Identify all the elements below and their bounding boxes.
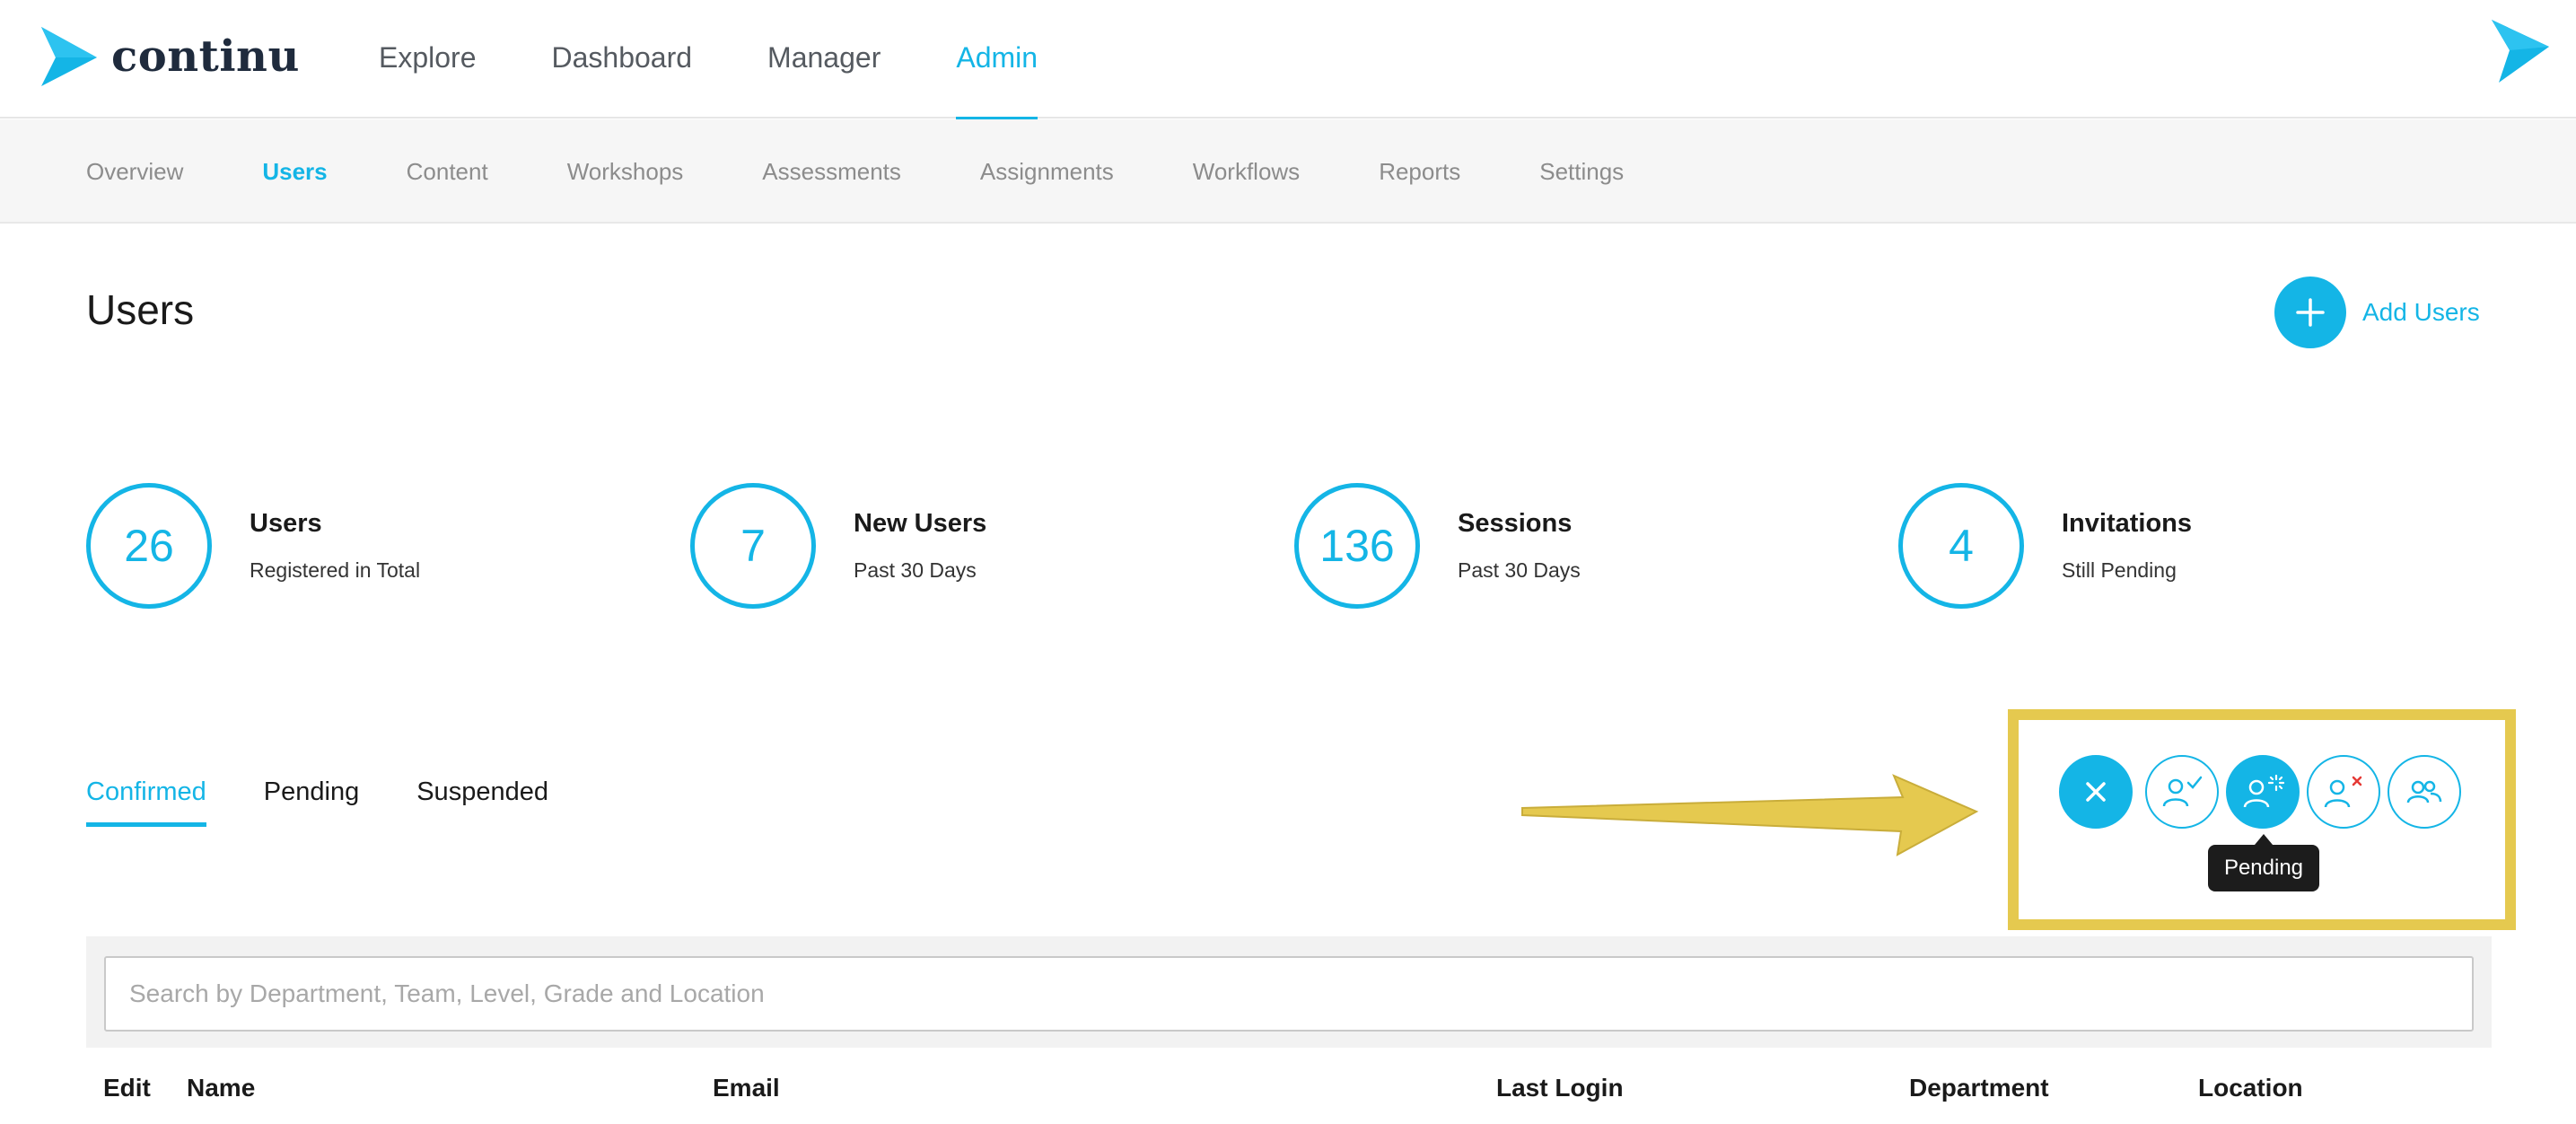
subnav-assessments[interactable]: Assessments — [762, 158, 901, 186]
tab-suspended[interactable]: Suspended — [416, 777, 548, 827]
main-nav-explore[interactable]: Explore — [379, 0, 477, 119]
stat-title: Users — [250, 509, 322, 538]
brand-logo[interactable]: continu — [41, 27, 300, 86]
column-header-email[interactable]: Email — [713, 1074, 780, 1102]
add-users-button[interactable]: Add Users — [2274, 277, 2480, 348]
search-input[interactable] — [104, 956, 2474, 1032]
stat-users: 26 Users Registered in Total — [86, 483, 420, 609]
add-users-label[interactable]: Add Users — [2362, 298, 2480, 327]
stat-value: 7 — [690, 483, 816, 609]
filter-pending-button[interactable] — [2226, 755, 2300, 829]
tab-pending[interactable]: Pending — [264, 777, 359, 827]
stat-value: 4 — [1898, 483, 2024, 609]
plus-icon[interactable] — [2274, 277, 2346, 348]
continu-logo-icon — [41, 27, 97, 86]
user-pending-icon — [2243, 774, 2285, 808]
column-header-name[interactable]: Name — [187, 1074, 255, 1102]
clear-filter-button[interactable] — [2059, 755, 2133, 829]
stat-subtitle: Past 30 Days — [1458, 558, 1581, 582]
user-check-icon — [2162, 776, 2203, 807]
subnav-settings[interactable]: Settings — [1539, 158, 1624, 186]
column-header-last-login[interactable]: Last Login — [1496, 1074, 1624, 1102]
subnav-content[interactable]: Content — [407, 158, 488, 186]
filter-suspended-button[interactable] — [2307, 755, 2380, 829]
main-nav-admin[interactable]: Admin — [956, 0, 1038, 120]
subnav-workshops[interactable]: Workshops — [567, 158, 684, 186]
column-header-location[interactable]: Location — [2198, 1074, 2303, 1102]
users-group-icon — [2406, 780, 2442, 803]
column-header-edit[interactable]: Edit — [103, 1074, 151, 1102]
filter-all-users-button[interactable] — [2388, 755, 2461, 829]
stat-title: New Users — [854, 509, 987, 538]
admin-sub-nav: Overview Users Content Workshops Assessm… — [0, 119, 2576, 224]
stat-title: Invitations — [2062, 509, 2193, 538]
subnav-overview[interactable]: Overview — [86, 158, 183, 186]
column-header-department[interactable]: Department — [1909, 1074, 2049, 1102]
stat-sessions: 136 Sessions Past 30 Days — [1294, 483, 1581, 609]
main-nav-dashboard[interactable]: Dashboard — [552, 0, 693, 119]
stat-value: 26 — [86, 483, 212, 609]
stat-value: 136 — [1294, 483, 1420, 609]
user-x-icon — [2324, 776, 2362, 808]
stat-new-users: 7 New Users Past 30 Days — [690, 483, 986, 609]
top-navigation-bar: continu Explore Dashboard Manager Admin — [0, 0, 2576, 120]
tab-confirmed[interactable]: Confirmed — [86, 777, 206, 827]
main-nav-manager[interactable]: Manager — [767, 0, 881, 119]
pending-tooltip: Pending — [2208, 834, 2319, 891]
subnav-assignments[interactable]: Assignments — [980, 158, 1114, 186]
stat-invitations: 4 Invitations Still Pending — [1898, 483, 2192, 609]
stat-title: Sessions — [1458, 509, 1573, 538]
subnav-users[interactable]: Users — [262, 158, 327, 186]
brand-name: continu — [111, 31, 300, 82]
users-table-header: Edit Name Email Last Login Department Lo… — [0, 1074, 2576, 1119]
search-panel — [86, 936, 2492, 1048]
user-status-tabs: Confirmed Pending Suspended — [86, 777, 606, 827]
stat-subtitle: Past 30 Days — [854, 558, 977, 582]
subnav-workflows[interactable]: Workflows — [1193, 158, 1300, 186]
page-title: Users — [86, 286, 195, 333]
stat-subtitle: Still Pending — [2062, 558, 2177, 582]
filter-confirmed-button[interactable] — [2145, 755, 2219, 829]
subnav-reports[interactable]: Reports — [1379, 158, 1460, 186]
annotation-arrow-icon — [1521, 774, 1979, 856]
continu-corner-logo-icon[interactable] — [2490, 20, 2549, 83]
close-icon — [2086, 782, 2106, 802]
stat-subtitle: Registered in Total — [250, 558, 421, 582]
main-nav: Explore Dashboard Manager Admin — [379, 0, 1113, 120]
